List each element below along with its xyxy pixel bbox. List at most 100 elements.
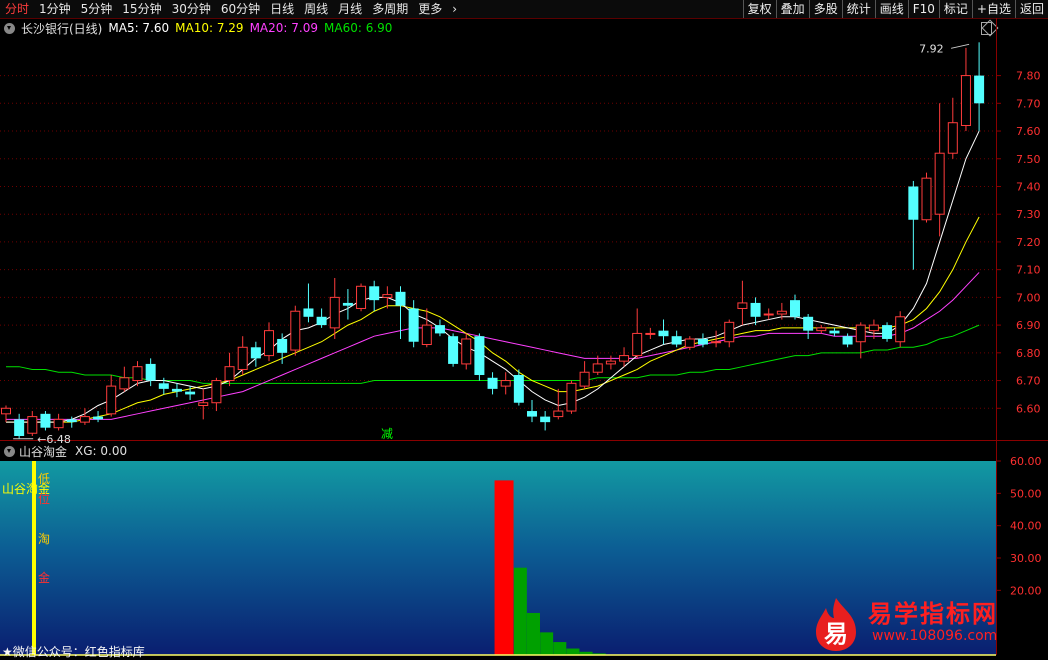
dropdown-circle-icon[interactable]: [4, 445, 15, 457]
candle-body: [250, 347, 261, 359]
watermark-logo-char: 易: [824, 620, 848, 648]
candle-body: [356, 285, 367, 309]
candle-body: [737, 302, 748, 309]
candle-body: [724, 321, 735, 343]
y-tick-label: 6.90: [1016, 319, 1041, 332]
candle-body: [540, 416, 551, 423]
candle-body: [803, 316, 814, 331]
candle-body: [369, 286, 380, 301]
candle-body: [66, 419, 77, 423]
candle-body: [448, 336, 459, 364]
sub-legend: 山谷淘金 XG: 0.00: [4, 443, 127, 459]
candle-body: [500, 380, 511, 387]
candle-body: [106, 385, 117, 415]
candle-body: [684, 338, 695, 348]
candle-body: [763, 313, 774, 316]
candle-body: [342, 302, 353, 306]
y-tick-label: 7.80: [1016, 70, 1041, 83]
sub-green-bar: [527, 612, 540, 655]
candle-body: [145, 363, 156, 381]
sub-green-bar: [566, 648, 580, 655]
candle-body: [960, 75, 971, 126]
candle-body: [171, 388, 182, 392]
candle-body: [579, 371, 590, 387]
candle-body: [671, 336, 682, 345]
watermark: 易 易学指标网 www.108096.com: [810, 592, 1046, 656]
sub-y-tick-label: 40.00: [1010, 520, 1042, 533]
flame-logo-icon: 易: [816, 598, 856, 651]
candle-body: [40, 413, 51, 428]
candle-body: [895, 316, 906, 343]
candle-body: [487, 377, 498, 389]
candle-body: [645, 332, 656, 335]
y-tick-label: 7.10: [1016, 264, 1041, 277]
candle-body: [421, 324, 432, 346]
candle-body: [329, 296, 340, 329]
candle-body: [947, 122, 958, 154]
sub-green-bar: [553, 642, 567, 655]
y-tick-label: 7.00: [1016, 291, 1041, 304]
candle-body: [816, 327, 827, 332]
ma20-line: [6, 272, 980, 420]
y-tick-label: 7.30: [1016, 208, 1041, 221]
sub-annotation-char: 低: [38, 472, 50, 486]
candle-body: [697, 338, 708, 345]
candle-body: [750, 302, 761, 317]
max-price-label: 7.92: [919, 42, 944, 55]
sub-red-bar: [494, 480, 514, 655]
y-tick-label: 6.80: [1016, 347, 1041, 360]
candle-body: [527, 411, 537, 417]
y-tick-label: 6.60: [1016, 402, 1041, 415]
candle-body: [79, 416, 90, 423]
y-tick-label: 7.60: [1016, 125, 1041, 138]
candle-body: [211, 380, 222, 404]
candle-body: [1, 407, 11, 415]
watermark-title: 易学指标网: [868, 600, 998, 628]
candle-body: [605, 360, 616, 365]
candle-body: [776, 310, 787, 315]
candle-body: [119, 377, 130, 390]
candle-body: [224, 366, 235, 382]
candle-body: [290, 310, 301, 351]
candle-body: [619, 355, 630, 362]
candle-body: [632, 332, 643, 357]
candle-body: [934, 152, 945, 215]
candle-body: [316, 316, 327, 326]
candle-body: [921, 177, 932, 221]
candle-body: [277, 338, 288, 353]
candle-body: [829, 330, 840, 334]
sub-annotation-char: 位: [38, 491, 50, 506]
y-tick-label: 7.40: [1016, 180, 1041, 193]
candle-body: [790, 300, 800, 317]
sub-green-bar: [540, 632, 554, 655]
candle-body: [553, 410, 564, 418]
y-tick-label: 7.20: [1016, 236, 1041, 249]
max-pointer: [950, 43, 970, 49]
candle-body: [592, 363, 603, 373]
indicator-name: 山谷淘金: [19, 444, 68, 459]
chart-canvas: 7.80 7.70 7.60 7.50 7.40 7.30 7.20 7.10 7.00 6.90…: [0, 18, 1048, 656]
y-tick-label: 7.50: [1016, 153, 1041, 166]
candle-body: [974, 75, 985, 104]
candle-body: [908, 186, 919, 220]
candle-body: [53, 418, 64, 429]
sub-annotation-char: 淘: [38, 532, 50, 546]
candle-body: [434, 325, 445, 334]
candle-body: [658, 330, 669, 337]
candle-body: [408, 308, 419, 342]
candle-body: [264, 330, 274, 357]
candle-body: [132, 366, 143, 382]
y-tick-label: 7.70: [1016, 97, 1041, 110]
candle-body: [237, 346, 248, 370]
candle-body: [303, 308, 314, 317]
candle-body: [93, 416, 104, 420]
y-tick-label: 6.70: [1016, 375, 1041, 388]
candle-body: [842, 336, 853, 345]
candle-body: [27, 416, 38, 434]
sub-annotation-char: 金: [38, 570, 50, 585]
candle-body: [868, 324, 879, 332]
candle-body: [14, 419, 25, 436]
signal-marker: 减: [381, 427, 393, 441]
candle-body: [395, 291, 406, 306]
sub-y-tick-label: 50.00: [1010, 487, 1042, 500]
